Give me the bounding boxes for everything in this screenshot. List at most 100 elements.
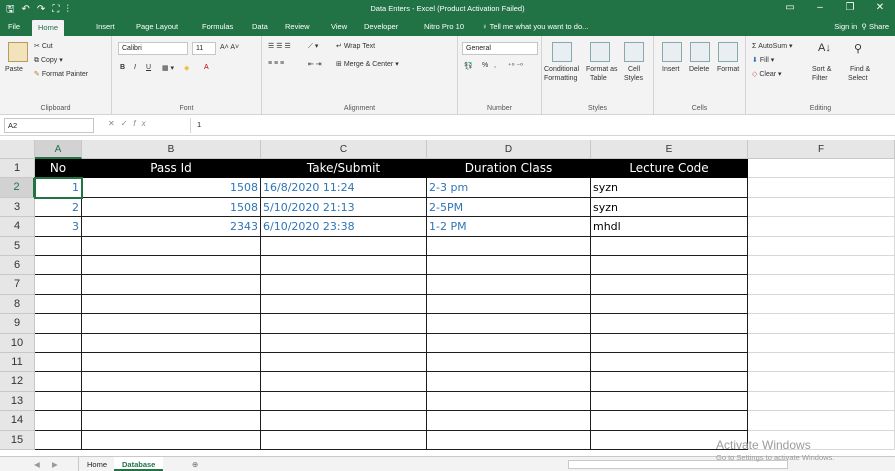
column-header-f[interactable]: F [748, 140, 895, 159]
sheet-tab-home[interactable]: Home [78, 457, 115, 471]
cell-a2[interactable]: 1 [35, 178, 82, 198]
tab-formulas[interactable]: Formulas [202, 22, 233, 31]
cancel-icon[interactable]: ✕ [108, 119, 121, 128]
cell-b10[interactable] [82, 333, 261, 353]
clear-button[interactable]: ◇ Clear ▾ [752, 70, 782, 78]
conditional-formatting-button[interactable]: Conditional [544, 66, 579, 73]
borders-icon[interactable]: ▦ ▾ [162, 64, 174, 72]
tab-data[interactable]: Data [252, 22, 268, 31]
cell-styles-button[interactable]: Cell [628, 66, 640, 73]
cell-b8[interactable] [82, 294, 261, 315]
grow-shrink-font-icon[interactable]: A˄ A˅ [220, 44, 239, 51]
cell-c6[interactable] [261, 256, 427, 276]
cell-b9[interactable] [82, 314, 261, 334]
cell-f5[interactable] [748, 236, 895, 256]
row-header-11[interactable]: 11 [0, 353, 35, 373]
sign-in-link[interactable]: Sign in [834, 22, 857, 31]
row-header-12[interactable]: 12 [0, 372, 35, 392]
row-header-1[interactable]: 1 [0, 159, 35, 179]
cell-e6[interactable] [591, 256, 748, 276]
find-select-icon[interactable]: ⚲ [854, 42, 862, 55]
cell-styles-icon[interactable] [624, 42, 644, 62]
cell-b5[interactable] [82, 236, 261, 256]
tab-file[interactable]: File [8, 22, 20, 31]
column-title-a[interactable]: No [35, 159, 82, 179]
cell-f7[interactable] [748, 275, 895, 295]
cell-b6[interactable] [82, 256, 261, 276]
new-sheet-icon[interactable]: ⊕ [184, 457, 206, 471]
row-header-10[interactable]: 10 [0, 333, 35, 353]
cell-b14[interactable] [82, 411, 261, 431]
cell-f9[interactable] [748, 314, 895, 334]
cell-c9[interactable] [261, 314, 427, 334]
paste-button[interactable]: Paste [5, 66, 23, 73]
indent-icons[interactable]: ⇤ ⇥ [308, 60, 322, 68]
cell-f1[interactable] [748, 159, 895, 179]
cell-b11[interactable] [82, 353, 261, 373]
cell-d8[interactable] [427, 294, 591, 315]
sort-filter-icon[interactable]: A↓ [818, 42, 831, 54]
cell-a9[interactable] [35, 314, 82, 334]
cell-d2[interactable]: 2-3 pm [427, 178, 591, 198]
cell-c4[interactable]: 6/10/2020 23:38 [261, 217, 427, 237]
cell-c2[interactable]: 16/8/2020 11:24 [261, 178, 427, 198]
name-box[interactable]: A2 [4, 118, 94, 133]
wrap-text-button[interactable]: ↵ Wrap Text [336, 42, 375, 50]
cell-d10[interactable] [427, 333, 591, 353]
number-format-select[interactable]: General [462, 42, 538, 55]
cell-b4[interactable]: 2343 [82, 217, 261, 237]
cell-f6[interactable] [748, 256, 895, 276]
sheet-scroll-right-icon[interactable]: ▶ [44, 457, 66, 471]
cell-c15[interactable] [261, 430, 427, 450]
bold-button[interactable]: B [120, 64, 125, 71]
row-header-9[interactable]: 9 [0, 314, 35, 334]
maximize-icon[interactable]: ❐ [835, 2, 865, 13]
column-header-d[interactable]: D [427, 140, 591, 159]
horizontal-align-icons[interactable]: ≡ ≡ ≡ [268, 60, 284, 67]
paste-icon[interactable] [8, 42, 28, 62]
format-cells-icon[interactable] [718, 42, 738, 62]
cell-c7[interactable] [261, 275, 427, 295]
font-size-select[interactable]: 11 [192, 42, 216, 55]
cell-a3[interactable]: 2 [35, 197, 82, 218]
fx-icon[interactable]: fx [133, 119, 151, 128]
cell-e13[interactable] [591, 391, 748, 412]
share-icon[interactable]: ⚲ [861, 22, 867, 31]
ribbon-display-icon[interactable]: ▭ [775, 2, 805, 13]
cell-b7[interactable] [82, 275, 261, 295]
cell-e4[interactable]: mhdl [591, 217, 748, 237]
column-header-a[interactable]: A [35, 140, 82, 159]
top-align-icons[interactable]: ☰ ☰ ☰ [268, 42, 291, 50]
format-cells-button[interactable]: Format [717, 66, 739, 73]
cell-e14[interactable] [591, 411, 748, 431]
format-as-table-button[interactable]: Format as [586, 66, 618, 73]
cell-c11[interactable] [261, 353, 427, 373]
cell-b13[interactable] [82, 391, 261, 412]
cell-a15[interactable] [35, 430, 82, 450]
decimal-icons[interactable]: ⁺⁰ ⁻⁰ [508, 62, 523, 70]
cell-f8[interactable] [748, 294, 895, 315]
share-button[interactable]: Share [869, 22, 889, 31]
tab-nitro[interactable]: Nitro Pro 10 [424, 22, 464, 31]
cell-f14[interactable] [748, 411, 895, 431]
font-color-icon[interactable]: A [204, 64, 209, 71]
cell-d6[interactable] [427, 256, 591, 276]
cell-d4[interactable]: 1-2 PM [427, 217, 591, 237]
cell-e10[interactable] [591, 333, 748, 353]
cell-a8[interactable] [35, 294, 82, 315]
column-header-c[interactable]: C [261, 140, 427, 159]
row-header-2[interactable]: 2 [0, 178, 35, 198]
formula-input[interactable]: 1 [190, 118, 891, 133]
delete-cells-icon[interactable] [690, 42, 710, 62]
cut-button[interactable]: ✂ Cut [34, 42, 53, 50]
cell-a4[interactable]: 3 [35, 217, 82, 237]
cell-f11[interactable] [748, 353, 895, 373]
orientation-icon[interactable]: ⟋ ▾ [308, 42, 318, 51]
cell-a10[interactable] [35, 333, 82, 353]
cell-d5[interactable] [427, 236, 591, 256]
insert-cells-button[interactable]: Insert [662, 66, 680, 73]
row-header-5[interactable]: 5 [0, 236, 35, 256]
cell-f13[interactable] [748, 391, 895, 412]
cell-e2[interactable]: syzn [591, 178, 748, 198]
cell-c10[interactable] [261, 333, 427, 353]
